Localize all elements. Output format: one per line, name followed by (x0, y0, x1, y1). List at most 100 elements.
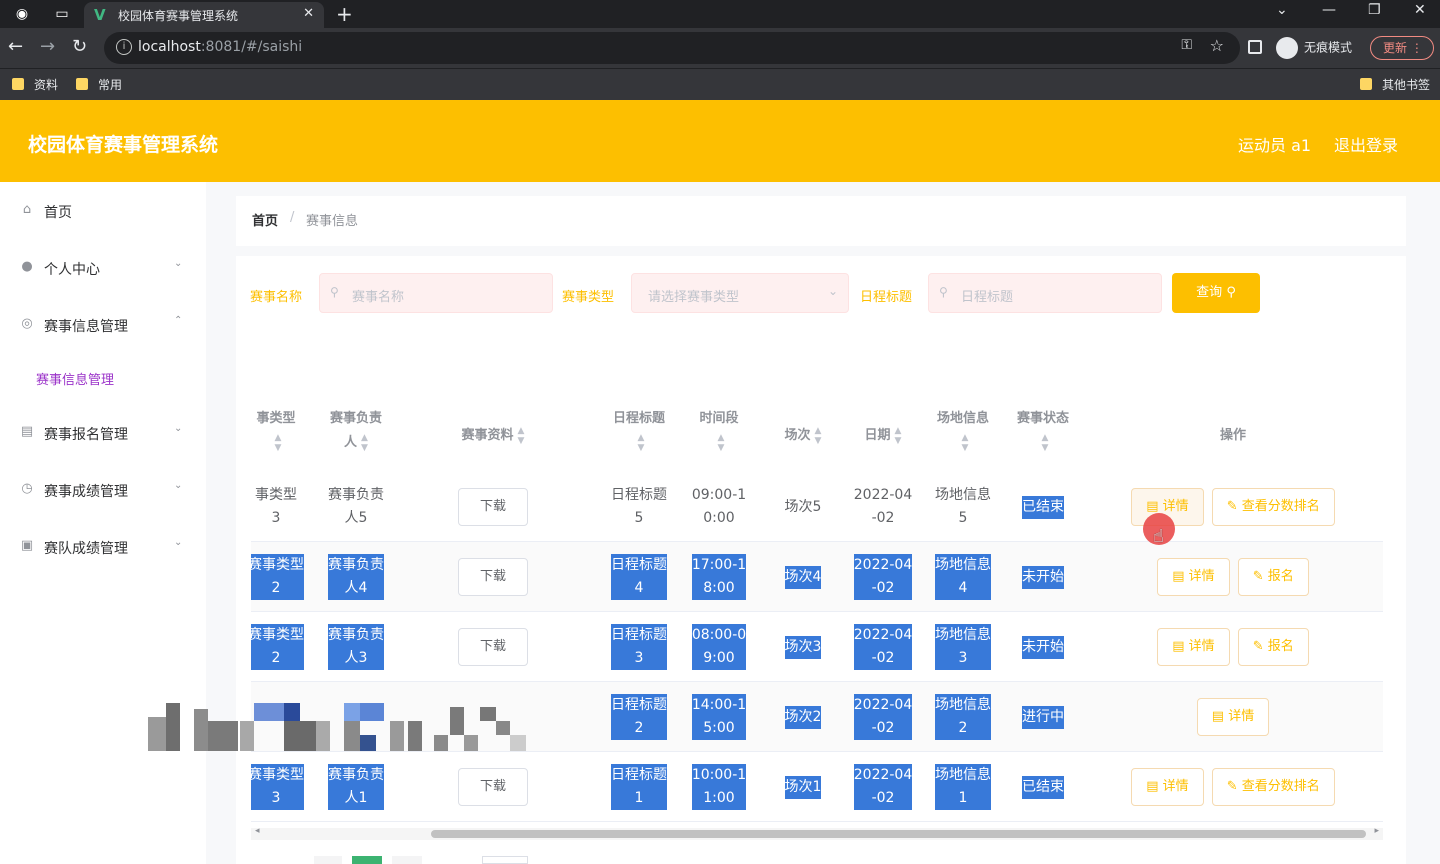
site-info-icon[interactable]: i (116, 39, 132, 55)
cell-status: 未开始 (1003, 542, 1083, 612)
pager-prev[interactable] (314, 856, 342, 864)
column-header-material[interactable]: 赛事资料 ▲ ▼ (441, 402, 545, 474)
cell-schedule: 日程标题 5 (611, 487, 667, 526)
home-icon: ⌂ (22, 202, 32, 217)
bookmark-star-icon[interactable]: ☆ (1210, 36, 1224, 55)
cell-date: 2022-04 -02 (853, 487, 913, 526)
column-header-period[interactable]: 时间段 ▲ ▼ (687, 402, 751, 474)
user-icon: ● (21, 259, 33, 274)
reload-icon[interactable]: ↻ (72, 36, 87, 58)
clipboard-icon: ▤ (20, 424, 34, 439)
column-header-status[interactable]: 赛事状态 ▲ ▼ (1003, 402, 1083, 474)
horizontal-scrollbar[interactable]: ◂ ▸ (251, 826, 1383, 840)
placeholder: 请选择赛事类型 (648, 290, 740, 305)
more-menu-icon: ⋮ (1410, 41, 1423, 55)
pager-size-select[interactable] (482, 856, 528, 864)
logout-link[interactable]: 退出登录 (1334, 132, 1398, 156)
submenu-item-event-info[interactable]: 赛事信息管理 (0, 358, 206, 398)
column-header-date[interactable]: 日期 ▲ ▼ (843, 402, 923, 474)
cell-ops: ▤ 详情 ✎ 报名 (1083, 542, 1383, 612)
url-text[interactable]: localhost:8081/#/saishi (138, 39, 302, 55)
sidebar-item-event-info[interactable]: ◎ 赛事信息管理 ⌃ (0, 305, 206, 345)
tab-list-icon[interactable]: ⌄ (1276, 2, 1288, 18)
key-icon[interactable]: ⚿ (1181, 37, 1192, 53)
register-button[interactable]: ✎ 报名 (1237, 558, 1309, 596)
sort-icon: ▲ ▼ (1041, 432, 1049, 453)
document-icon: ▣ (20, 538, 34, 553)
folder-icon (1360, 78, 1372, 90)
cell-session: 场次1 (763, 752, 843, 822)
sort-icon: ▲ ▼ (517, 425, 525, 446)
back-icon[interactable]: ← (8, 36, 23, 58)
column-header-session[interactable]: 场次 ▲ ▼ (763, 402, 843, 474)
cell-schedule: 日程标题 1 (601, 752, 677, 822)
sort-icon: ▲ ▼ (637, 432, 645, 453)
chevron-down-icon: ⌄ (827, 284, 838, 298)
sidebar-item-label: 赛队成绩管理 (44, 541, 128, 557)
download-button[interactable]: 下载 (458, 628, 528, 666)
cell-period: 14:00-1 5:00 (687, 682, 751, 752)
view-ranking-button[interactable]: ✎ 查看分数排名 (1211, 768, 1335, 806)
sidebar: ⌂ 首页 ● 个人中心 ⌄ ◎ 赛事信息管理 ⌃ 赛事信息管理 ▤ 赛事报名管理… (0, 182, 206, 864)
column-header-type[interactable]: 事类型 ▲ ▼ (251, 402, 309, 474)
detail-button[interactable]: ▤ 详情 (1131, 768, 1204, 806)
new-tab-icon[interactable]: + (336, 2, 353, 26)
tab-close-icon[interactable]: ✕ (303, 6, 314, 21)
forward-icon[interactable]: → (40, 36, 55, 58)
restore-icon[interactable]: ❐ (1368, 2, 1381, 18)
sidebar-item-registration[interactable]: ▤ 赛事报名管理 ⌄ (0, 413, 206, 453)
address-bar[interactable]: i localhost:8081/#/saishi ⚿ ☆ (104, 32, 1240, 64)
register-button[interactable]: ✎ 报名 (1237, 628, 1309, 666)
view-ranking-button[interactable]: ✎ 查看分数排名 (1211, 488, 1335, 526)
detail-button[interactable]: ▤ 详情 (1157, 628, 1230, 666)
column-header-owner[interactable]: 赛事负责人 ▲ ▼ (321, 402, 391, 474)
detail-button[interactable]: ▤ 详情 (1196, 698, 1270, 736)
column-header-venue[interactable]: 场地信息 ▲ ▼ (923, 402, 1003, 474)
bookmark-folder-materials[interactable]: 资料 (12, 76, 58, 93)
other-bookmarks[interactable]: 其他书签 (1360, 76, 1430, 93)
placeholder: 日程标题 (961, 290, 1014, 305)
table-row: 赛事类型 2 赛事负责 人3 下载 日程标题 3 08:00-0 9:00 场次3 20… (251, 612, 1383, 682)
window-close-icon[interactable]: ✕ (1414, 2, 1426, 18)
scroll-thumb[interactable] (431, 830, 1366, 838)
cell-date: 2022-04 -02 (843, 752, 923, 822)
side-panel-icon[interactable] (1248, 40, 1262, 54)
column-header-schedule[interactable]: 日程标题 ▲ ▼ (601, 402, 677, 474)
sidebar-item-event-scores[interactable]: ◷ 赛事成绩管理 ⌄ (0, 470, 206, 510)
minimize-icon[interactable]: — (1322, 2, 1336, 18)
browser-tab[interactable]: V 校园体育赛事管理系统 ✕ (84, 2, 324, 28)
profile-icon[interactable]: ◉ (12, 4, 32, 24)
bookmark-folder-common[interactable]: 常用 (76, 76, 122, 93)
chevron-down-icon: ⌄ (174, 537, 183, 548)
placeholder: 赛事名称 (352, 290, 405, 305)
pager-current[interactable] (352, 856, 382, 864)
event-name-input[interactable]: ⚲ 赛事名称 (319, 273, 553, 313)
sidebar-item-home[interactable]: ⌂ 首页 (0, 191, 206, 231)
breadcrumb-home[interactable]: 首页 (252, 210, 278, 229)
folder-icon (76, 78, 88, 90)
schedule-title-input[interactable]: ⚲ 日程标题 (928, 273, 1162, 313)
download-button[interactable]: 下载 (458, 558, 528, 596)
sidebar-item-team-scores[interactable]: ▣ 赛队成绩管理 ⌄ (0, 527, 206, 567)
tab-title: 校园体育赛事管理系统 (118, 9, 239, 23)
cell-ops: ▤ 详情 (1083, 682, 1383, 752)
sidebar-item-personal[interactable]: ● 个人中心 ⌄ (0, 248, 206, 288)
query-button[interactable]: 查询 ⚲ (1172, 273, 1260, 313)
cell-status: 已结束 (1003, 472, 1083, 542)
update-button[interactable]: 更新 ⋮ (1370, 36, 1434, 60)
cell-status: 已结束 (1003, 752, 1083, 822)
tab-search-icon[interactable]: ▭ (52, 4, 72, 24)
pager-next[interactable] (392, 856, 422, 864)
cell-owner: 赛事负责 人1 (321, 752, 391, 822)
download-button[interactable]: 下载 (458, 768, 528, 806)
cell-venue: 场地信息 3 (923, 612, 1003, 682)
download-button[interactable]: 下载 (458, 488, 528, 526)
detail-button[interactable]: ▤ 详情 (1157, 558, 1230, 596)
sidebar-item-label: 首页 (44, 205, 72, 221)
cell-date: 2022-04 -02 (843, 682, 923, 752)
incognito-indicator[interactable]: 无痕模式 (1276, 37, 1352, 59)
sort-icon: ▲ ▼ (814, 425, 822, 446)
event-type-select[interactable]: 请选择赛事类型 ⌄ (631, 273, 849, 313)
sort-icon: ▲ ▼ (274, 432, 282, 453)
cell-ops: ▤ 详情 ✎ 查看分数排名 (1083, 752, 1383, 822)
